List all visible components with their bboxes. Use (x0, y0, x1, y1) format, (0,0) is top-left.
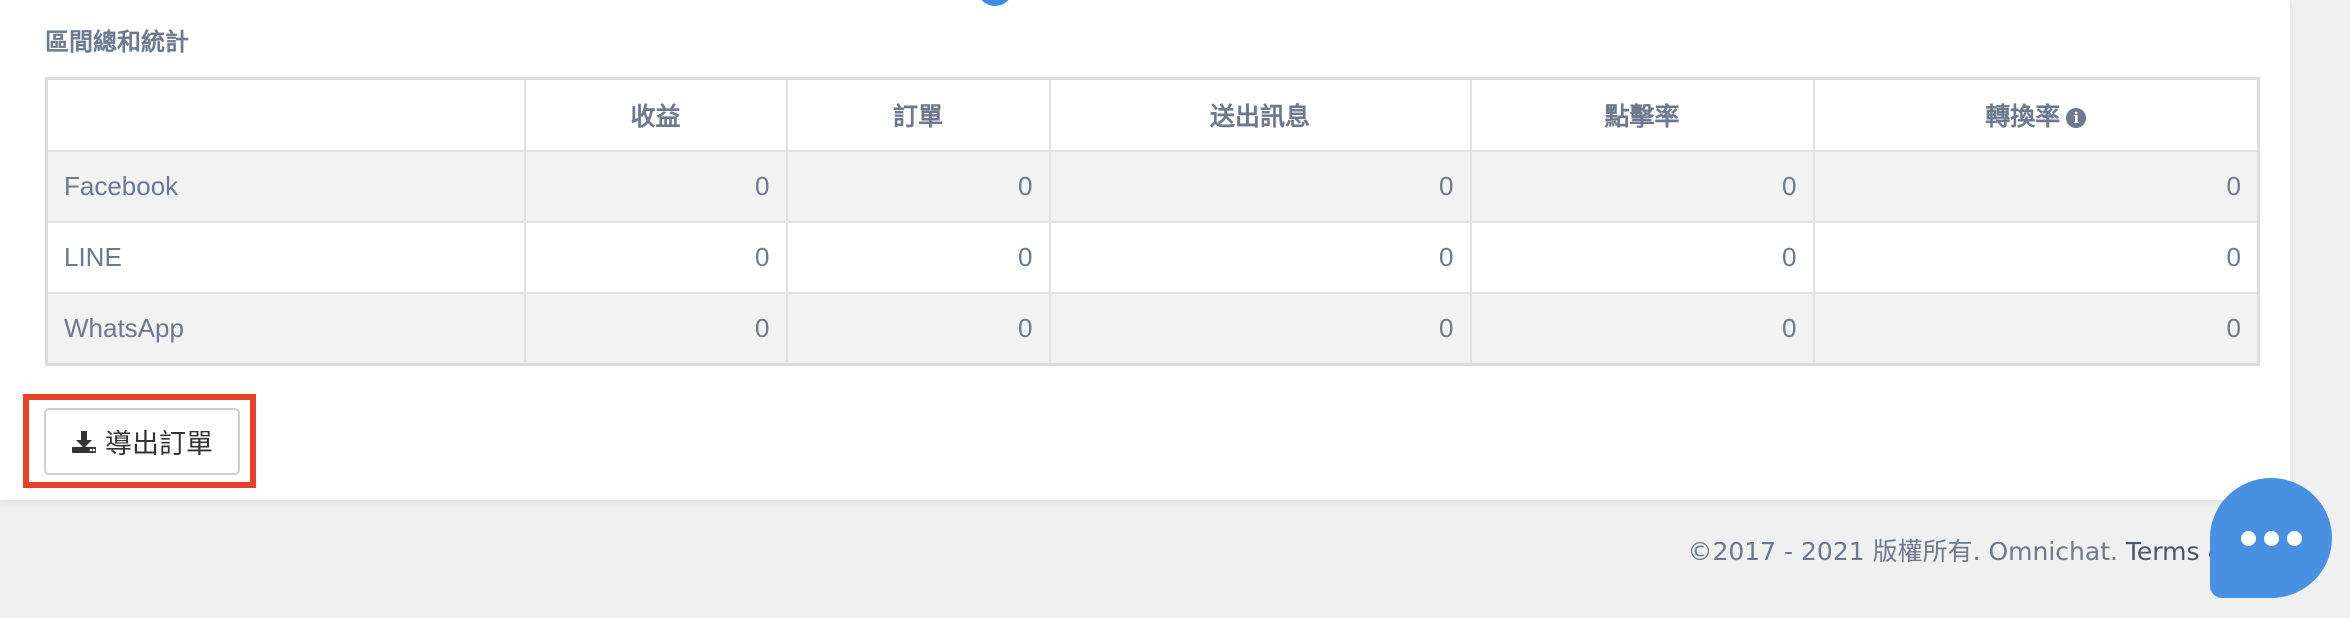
table-row: LINE 0 0 0 0 0 (45, 221, 2260, 294)
conversion-rate-cell: 0 (1812, 292, 2260, 366)
chat-ellipsis-icon (2286, 530, 2302, 546)
stats-panel: 區間總和統計 收益 訂單 送出訊息 點擊率 轉換率 i Facebook 0 0… (0, 0, 2290, 500)
table-row: WhatsApp 0 0 0 0 0 (45, 292, 2260, 366)
messages-sent-cell: 0 (1048, 292, 1472, 366)
table-header-row: 收益 訂單 送出訊息 點擊率 轉換率 i (45, 77, 2260, 152)
column-header-messages-sent[interactable]: 送出訊息 (1048, 77, 1472, 152)
orders-cell: 0 (785, 150, 1051, 223)
table-row: Facebook 0 0 0 0 0 (45, 150, 2260, 223)
messages-sent-cell: 0 (1048, 221, 1472, 294)
download-icon (71, 430, 97, 454)
revenue-cell: 0 (523, 292, 788, 366)
export-orders-label: 導出訂單 (105, 429, 213, 460)
click-rate-cell: 0 (1469, 150, 1815, 223)
click-rate-cell: 0 (1469, 221, 1815, 294)
chat-widget-button[interactable] (2210, 478, 2332, 598)
chat-ellipsis-icon (2240, 530, 2256, 546)
column-header-orders[interactable]: 訂單 (785, 77, 1051, 152)
footer: ©2017 - 2021 版權所有. Omnichat. Terms & P (1687, 532, 2250, 568)
section-title: 區間總和統計 (45, 28, 189, 56)
click-rate-cell: 0 (1469, 292, 1815, 366)
column-header-channel (45, 77, 526, 152)
conversion-rate-label: 轉換率 (1985, 102, 2061, 131)
orders-cell: 0 (785, 292, 1051, 366)
footer-copyright: ©2017 - 2021 版權所有. Omnichat. (1687, 537, 2118, 566)
messages-sent-cell: 0 (1048, 150, 1472, 223)
column-header-click-rate[interactable]: 點擊率 (1469, 77, 1815, 152)
scroll-indicator (977, 0, 1013, 6)
info-circle-icon[interactable]: i (2066, 108, 2087, 128)
stats-table: 收益 訂單 送出訊息 點擊率 轉換率 i Facebook 0 0 0 0 0 L… (45, 77, 2260, 366)
revenue-cell: 0 (523, 150, 788, 223)
channel-name: LINE (45, 221, 526, 294)
export-orders-button[interactable]: 導出訂單 (44, 408, 240, 475)
orders-cell: 0 (785, 221, 1051, 294)
channel-name: Facebook (45, 150, 526, 223)
column-header-revenue[interactable]: 收益 (523, 77, 788, 152)
channel-name: WhatsApp (45, 292, 526, 366)
column-header-conversion-rate[interactable]: 轉換率 i (1812, 77, 2260, 152)
revenue-cell: 0 (523, 221, 788, 294)
conversion-rate-cell: 0 (1812, 221, 2260, 294)
conversion-rate-cell: 0 (1812, 150, 2260, 223)
chat-ellipsis-icon (2263, 530, 2279, 546)
